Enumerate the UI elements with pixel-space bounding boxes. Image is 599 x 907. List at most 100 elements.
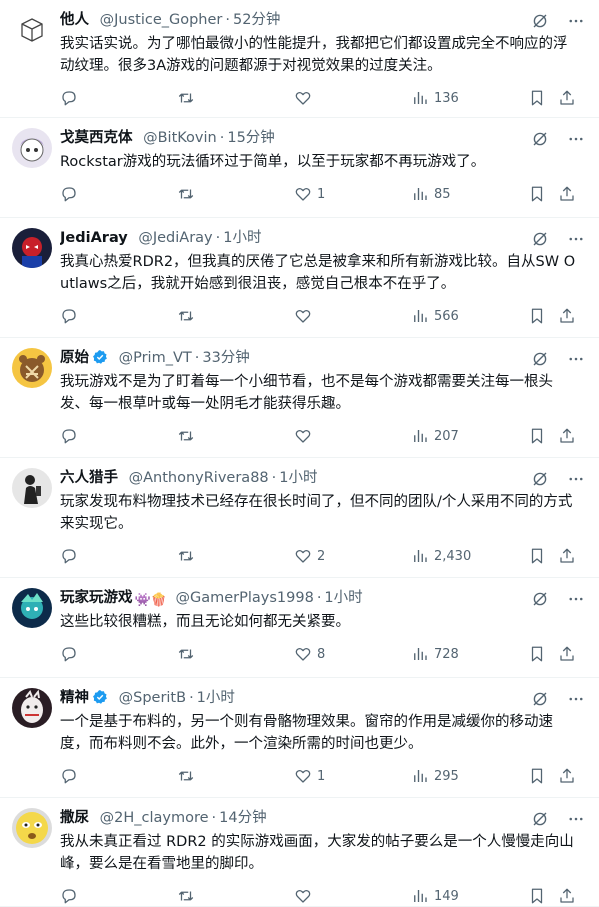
retweet-button[interactable]	[177, 644, 195, 664]
reply-tweet[interactable]: 玩家玩游戏 👾🍿 @GamerPlays1998 · 1小时 这些比较很糟糕，而且无论…	[0, 578, 599, 678]
grok-icon[interactable]	[531, 130, 549, 148]
views-button[interactable]: 207	[411, 426, 459, 446]
timestamp[interactable]: 1小时	[279, 470, 317, 486]
grok-icon[interactable]	[531, 690, 549, 708]
grok-icon[interactable]	[531, 590, 549, 608]
grok-icon[interactable]	[531, 470, 549, 488]
handle[interactable]: @SperitB	[119, 690, 186, 706]
display-name[interactable]: 撒尿	[60, 810, 89, 826]
retweet-button[interactable]	[177, 306, 195, 326]
share-button[interactable]	[558, 426, 576, 446]
retweet-button[interactable]	[177, 184, 195, 204]
more-icon[interactable]	[567, 12, 585, 30]
more-icon[interactable]	[567, 690, 585, 708]
reply-button[interactable]	[60, 426, 78, 446]
reply-button[interactable]	[60, 766, 78, 786]
like-button[interactable]	[294, 886, 317, 906]
reply-button[interactable]	[60, 88, 78, 108]
like-button[interactable]	[294, 306, 317, 326]
reply-tweet[interactable]: 六人猎手 @AnthonyRivera88 · 1小时 玩家发现布料物理技术已经存在…	[0, 458, 599, 578]
like-button[interactable]: 1	[294, 766, 325, 786]
grok-icon[interactable]	[531, 350, 549, 368]
like-button[interactable]: 8	[294, 644, 325, 664]
avatar[interactable]	[12, 10, 52, 50]
reply-tweet[interactable]: 撒尿 @2H_claymore · 14分钟 我从未真正看过 RDR2 的实际游戏画…	[0, 798, 599, 907]
like-button[interactable]: 1	[294, 184, 325, 204]
more-icon[interactable]	[567, 350, 585, 368]
reply-tweet[interactable]: 他人 @Justice_Gopher · 52分钟 我实话实说。为了哪怕最微小的性能…	[0, 0, 599, 118]
display-name[interactable]: 他人	[60, 12, 89, 28]
bookmark-button[interactable]	[528, 886, 546, 906]
avatar[interactable]	[12, 468, 52, 508]
display-name[interactable]: 戈莫西克体	[60, 130, 133, 146]
like-button[interactable]	[294, 88, 317, 108]
reply-button[interactable]	[60, 306, 78, 326]
more-icon[interactable]	[567, 470, 585, 488]
timestamp[interactable]: 1小时	[223, 230, 261, 246]
timestamp[interactable]: 15分钟	[227, 130, 274, 146]
views-button[interactable]: 149	[411, 886, 459, 906]
views-button[interactable]: 295	[411, 766, 459, 786]
bookmark-button[interactable]	[528, 88, 546, 108]
reply-button[interactable]	[60, 184, 78, 204]
share-button[interactable]	[558, 886, 576, 906]
share-button[interactable]	[558, 184, 576, 204]
views-button[interactable]: 136	[411, 88, 459, 108]
share-button[interactable]	[558, 644, 576, 664]
views-button[interactable]: 566	[411, 306, 459, 326]
timestamp[interactable]: 33分钟	[202, 350, 249, 366]
reply-button[interactable]	[60, 644, 78, 664]
grok-icon[interactable]	[531, 230, 549, 248]
more-icon[interactable]	[567, 590, 585, 608]
timestamp[interactable]: 1小时	[197, 690, 235, 706]
views-button[interactable]: 2,430	[411, 546, 471, 566]
timestamp[interactable]: 1小时	[324, 590, 362, 606]
timestamp[interactable]: 52分钟	[233, 12, 280, 28]
share-button[interactable]	[558, 546, 576, 566]
display-name[interactable]: 精神	[60, 690, 89, 706]
more-icon[interactable]	[567, 810, 585, 828]
like-button[interactable]	[294, 426, 317, 446]
handle[interactable]: @Prim_VT	[119, 350, 192, 366]
bookmark-button[interactable]	[528, 184, 546, 204]
like-button[interactable]: 2	[294, 546, 325, 566]
handle[interactable]: @Justice_Gopher	[100, 12, 223, 28]
display-name[interactable]: 六人猎手	[60, 470, 118, 486]
timestamp[interactable]: 14分钟	[219, 810, 266, 826]
bookmark-button[interactable]	[528, 306, 546, 326]
avatar[interactable]	[12, 588, 52, 628]
grok-icon[interactable]	[531, 810, 549, 828]
retweet-button[interactable]	[177, 886, 195, 906]
retweet-button[interactable]	[177, 766, 195, 786]
more-icon[interactable]	[567, 130, 585, 148]
views-button[interactable]: 728	[411, 644, 459, 664]
avatar[interactable]	[12, 128, 52, 168]
avatar[interactable]	[12, 348, 52, 388]
handle[interactable]: @BitKovin	[143, 130, 217, 146]
handle[interactable]: @2H_claymore	[100, 810, 209, 826]
more-icon[interactable]	[567, 230, 585, 248]
reply-button[interactable]	[60, 886, 78, 906]
grok-icon[interactable]	[531, 12, 549, 30]
reply-tweet[interactable]: JediAray @JediAray · 1小时 我真心热爱RDR2，但我真的厌倦了…	[0, 218, 599, 338]
reply-tweet[interactable]: 原始 @Prim_VT · 33分钟 我玩游戏不是为了盯着每一个小细节看，也不是每个…	[0, 338, 599, 458]
handle[interactable]: @JediAray	[138, 230, 212, 246]
share-button[interactable]	[558, 306, 576, 326]
share-button[interactable]	[558, 88, 576, 108]
handle[interactable]: @AnthonyRivera88	[129, 470, 269, 486]
views-button[interactable]: 85	[411, 184, 451, 204]
handle[interactable]: @GamerPlays1998	[175, 590, 313, 606]
bookmark-button[interactable]	[528, 546, 546, 566]
bookmark-button[interactable]	[528, 426, 546, 446]
retweet-button[interactable]	[177, 88, 195, 108]
bookmark-button[interactable]	[528, 766, 546, 786]
display-name[interactable]: JediAray	[60, 230, 128, 246]
reply-button[interactable]	[60, 546, 78, 566]
retweet-button[interactable]	[177, 546, 195, 566]
avatar[interactable]	[12, 688, 52, 728]
reply-tweet[interactable]: 精神 @SperitB · 1小时 一个是基于布料的，另一个则有骨骼物理效果。窗帘的…	[0, 678, 599, 798]
avatar[interactable]	[12, 228, 52, 268]
avatar[interactable]	[12, 808, 52, 848]
display-name[interactable]: 玩家玩游戏	[60, 590, 133, 606]
bookmark-button[interactable]	[528, 644, 546, 664]
